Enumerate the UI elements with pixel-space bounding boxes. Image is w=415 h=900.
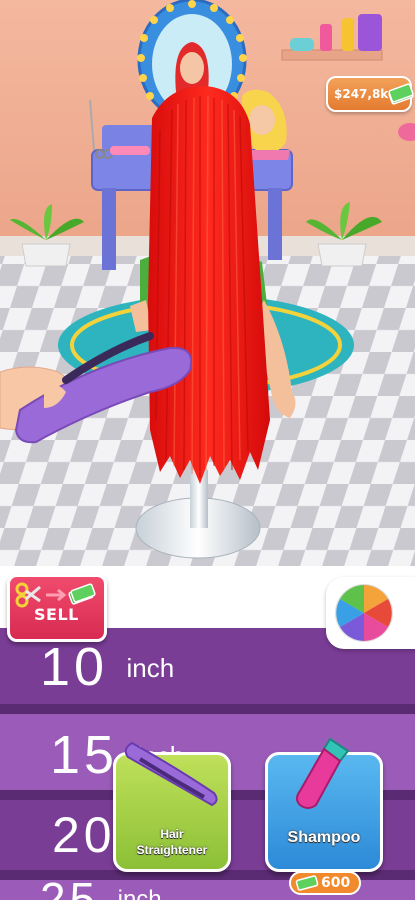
length-number: 25 bbox=[40, 873, 100, 900]
scissors-icon bbox=[15, 582, 41, 608]
game-screen: 10 inch 15 inch 20 inch 25 inch $247,8k … bbox=[0, 0, 415, 900]
shelf-bottle-pink bbox=[320, 24, 332, 51]
length-row-25: 25 inch bbox=[40, 872, 162, 900]
shampoo-card[interactable]: Shampoo bbox=[265, 737, 383, 872]
desk-leg-left bbox=[102, 188, 116, 270]
hair-straightener-card[interactable]: Hair Straightener bbox=[113, 741, 231, 872]
desk-brush bbox=[110, 146, 150, 155]
mirror-reflection-face bbox=[180, 52, 204, 84]
sell-button[interactable]: SELL bbox=[7, 574, 107, 642]
cash-icon bbox=[295, 875, 319, 891]
waiting-customer-face bbox=[249, 105, 275, 135]
desk-leg-right bbox=[268, 188, 282, 260]
sell-label: SELL bbox=[34, 605, 79, 624]
length-number: 15 bbox=[50, 725, 119, 785]
color-wheel-icon bbox=[335, 584, 393, 642]
shelf-bottle-purple bbox=[358, 14, 382, 51]
length-unit: inch bbox=[126, 653, 175, 683]
color-wheel-button[interactable] bbox=[326, 577, 415, 649]
waiting-customer-body bbox=[248, 150, 290, 160]
hair-straightener-icon bbox=[124, 741, 218, 807]
money-counter: $247,8k bbox=[326, 76, 414, 112]
shampoo-price-tag: 600 bbox=[289, 871, 361, 895]
tool-name-line-2: Straightener bbox=[136, 843, 208, 857]
wall-shelf bbox=[281, 49, 383, 61]
cash-stack-icon bbox=[388, 83, 414, 105]
shelf-bottle-yellow bbox=[342, 18, 354, 51]
money-amount: $247,8k bbox=[334, 87, 389, 101]
tool-name-line-1: Hair bbox=[160, 827, 184, 841]
cash-stack-icon bbox=[68, 583, 96, 605]
length-row-10: 10 inch bbox=[40, 636, 174, 698]
arrow-right-icon bbox=[46, 588, 67, 602]
length-number: 20 bbox=[52, 807, 116, 863]
length-unit: inch bbox=[117, 886, 162, 900]
tool-name-line-1: Shampoo bbox=[287, 829, 361, 846]
shampoo-bottle-icon bbox=[296, 737, 350, 809]
shampoo-price: 600 bbox=[321, 875, 351, 891]
shelf-jar bbox=[290, 38, 314, 51]
length-number: 10 bbox=[40, 637, 109, 697]
